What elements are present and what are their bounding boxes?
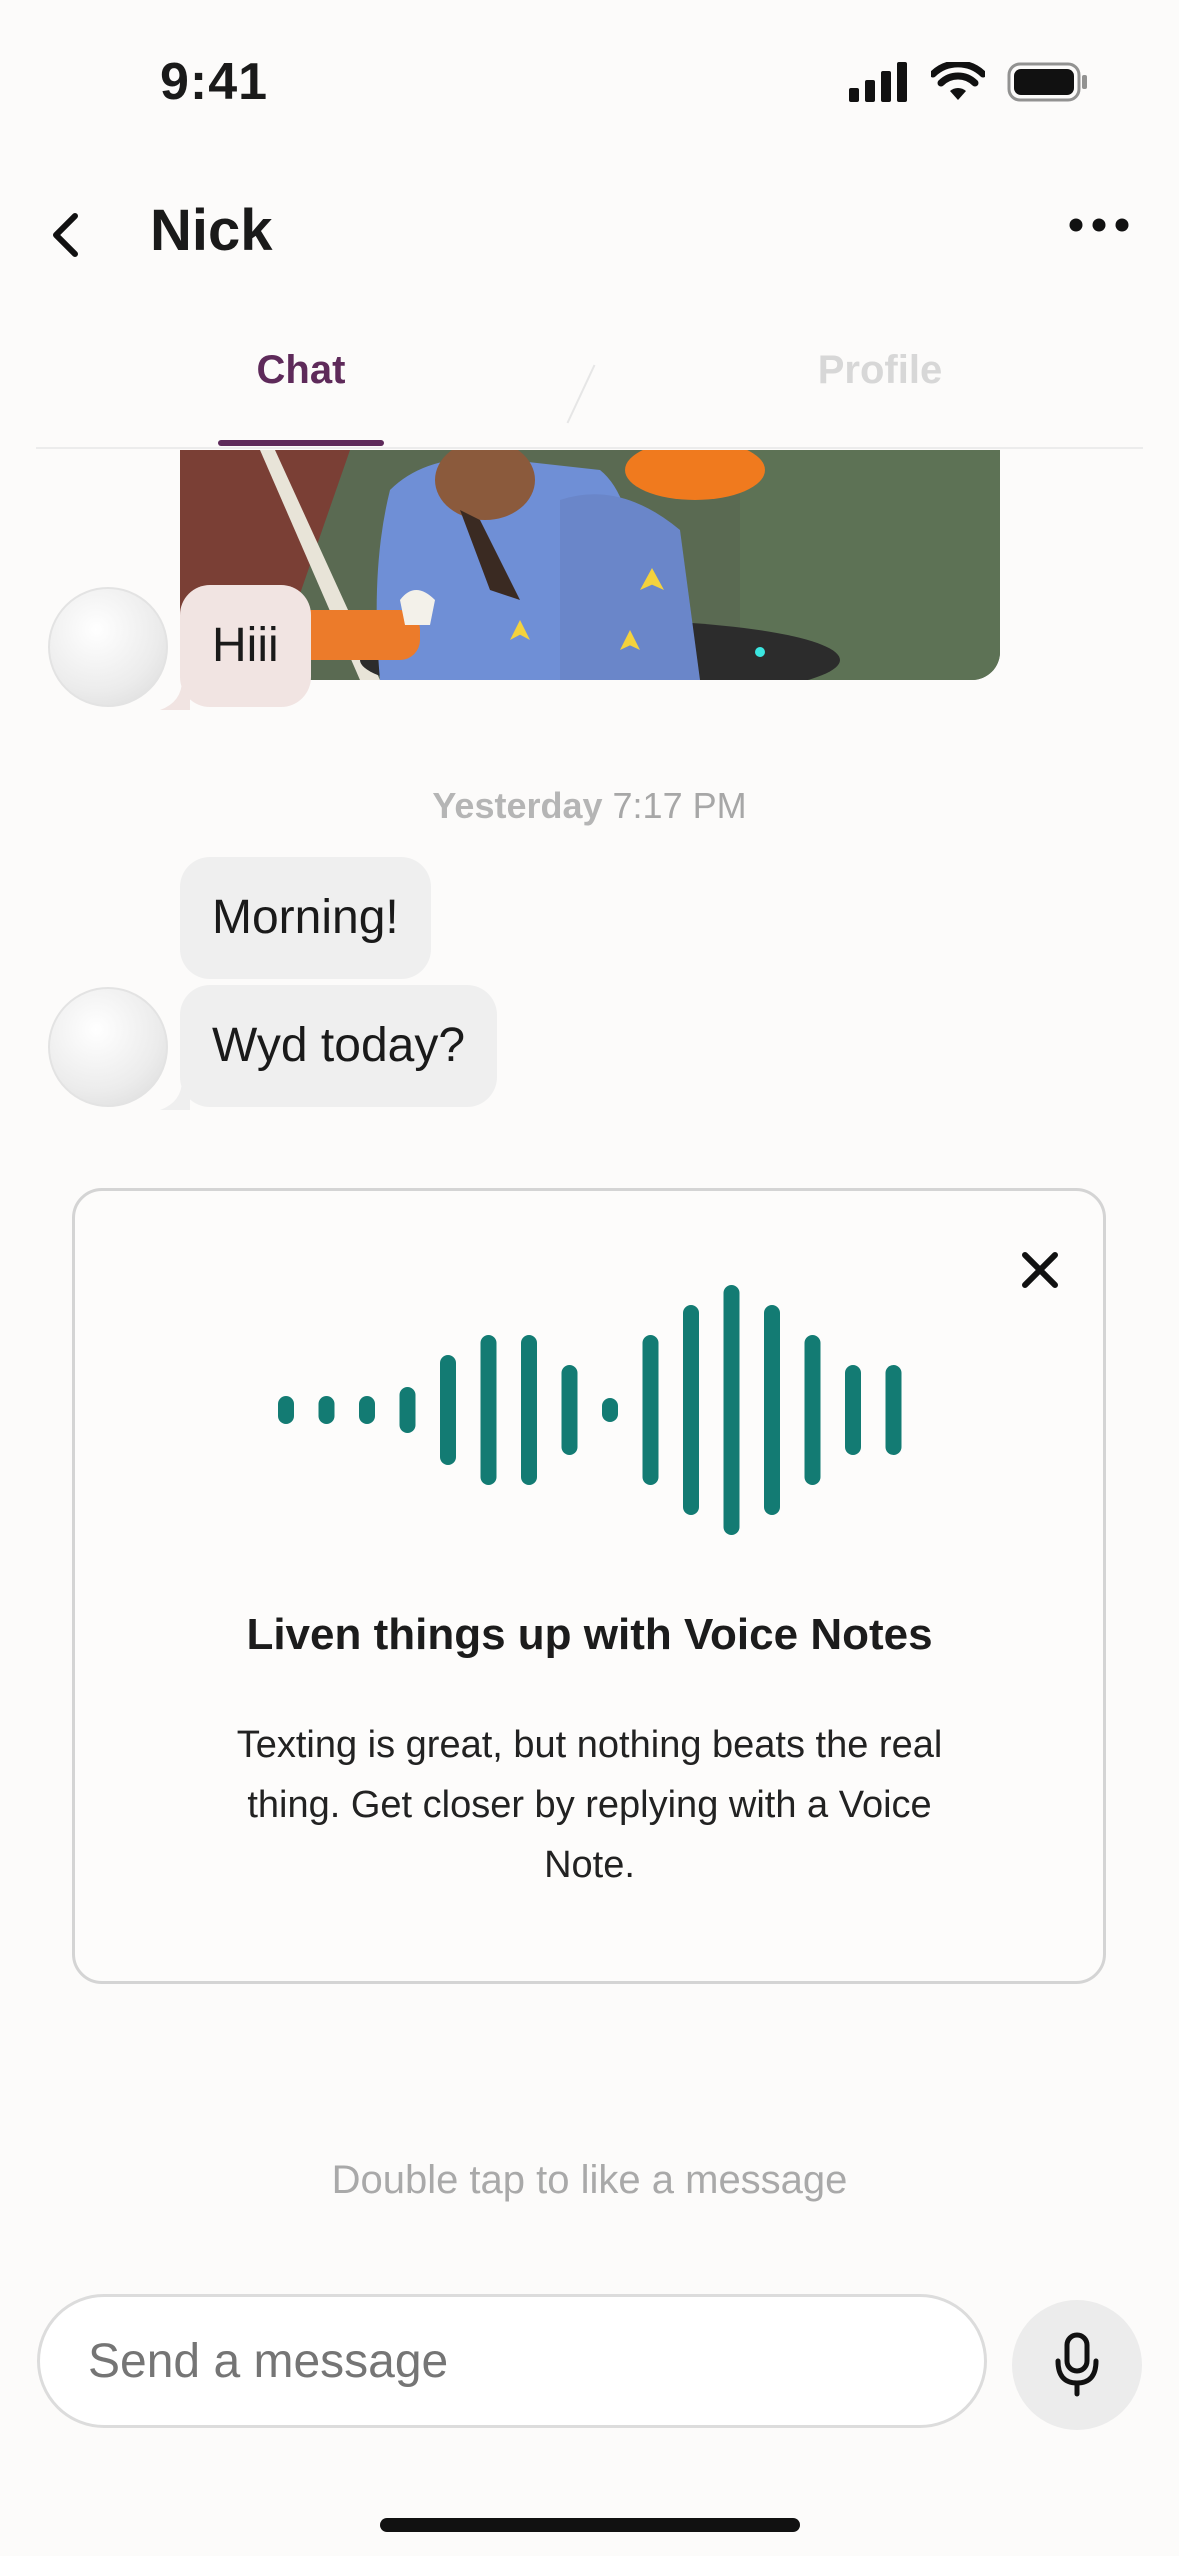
wave-bar bbox=[845, 1365, 861, 1455]
promo-title: Liven things up with Voice Notes bbox=[246, 1610, 933, 1659]
wave-bar bbox=[683, 1305, 699, 1515]
wave-bar bbox=[764, 1305, 780, 1515]
voice-note-button[interactable] bbox=[1012, 2300, 1142, 2430]
message-input[interactable] bbox=[37, 2294, 987, 2428]
wave-bar bbox=[480, 1335, 497, 1485]
wave-bar bbox=[521, 1335, 537, 1485]
wave-bar bbox=[318, 1396, 335, 1424]
wave-bar bbox=[561, 1365, 578, 1455]
tab-active-indicator bbox=[218, 440, 384, 446]
cellular-signal-icon bbox=[849, 62, 907, 102]
message-timestamp: Yesterday 7:17 PM bbox=[0, 785, 1179, 827]
tab-profile[interactable]: Profile bbox=[760, 340, 1000, 400]
more-options-button[interactable] bbox=[1059, 200, 1139, 250]
more-icon bbox=[1069, 218, 1129, 232]
wave-bar bbox=[602, 1398, 618, 1422]
avatar[interactable] bbox=[48, 587, 168, 707]
close-button[interactable] bbox=[1010, 1240, 1070, 1300]
back-button[interactable] bbox=[40, 200, 90, 270]
wave-bar bbox=[723, 1285, 740, 1535]
close-icon bbox=[1022, 1252, 1058, 1288]
microphone-icon bbox=[1055, 2332, 1099, 2397]
tab-divider bbox=[566, 364, 596, 424]
tab-chat[interactable]: Chat bbox=[218, 340, 384, 448]
wave-bar bbox=[399, 1387, 416, 1433]
wave-bar bbox=[804, 1335, 821, 1485]
timestamp-day: Yesterday bbox=[432, 785, 603, 826]
avatar[interactable] bbox=[48, 987, 168, 1107]
wave-bar bbox=[440, 1355, 456, 1465]
timestamp-time: 7:17 PM bbox=[612, 785, 747, 826]
status-time: 9:41 bbox=[160, 53, 269, 111]
promo-description: Texting is great, but nothing beats the … bbox=[236, 1724, 943, 1886]
chevron-left-icon bbox=[53, 213, 78, 257]
wave-bar bbox=[642, 1335, 659, 1485]
sound-wave-icon bbox=[278, 1285, 902, 1535]
wave-bar bbox=[359, 1396, 375, 1424]
wifi-icon bbox=[931, 62, 985, 100]
status-icons bbox=[849, 62, 1089, 102]
wave-bar bbox=[885, 1365, 902, 1455]
message-bubble[interactable]: Hiii bbox=[180, 585, 311, 707]
message-bubble[interactable]: Wyd today? bbox=[180, 985, 498, 1107]
battery-icon bbox=[1007, 62, 1087, 102]
chat-title: Nick bbox=[150, 198, 273, 263]
tab-bar-separator bbox=[36, 447, 1143, 449]
message-bubble[interactable]: Morning! bbox=[180, 857, 431, 979]
wave-bar bbox=[278, 1396, 294, 1424]
home-indicator bbox=[380, 2518, 800, 2532]
like-hint: Double tap to like a message bbox=[331, 2158, 848, 2202]
